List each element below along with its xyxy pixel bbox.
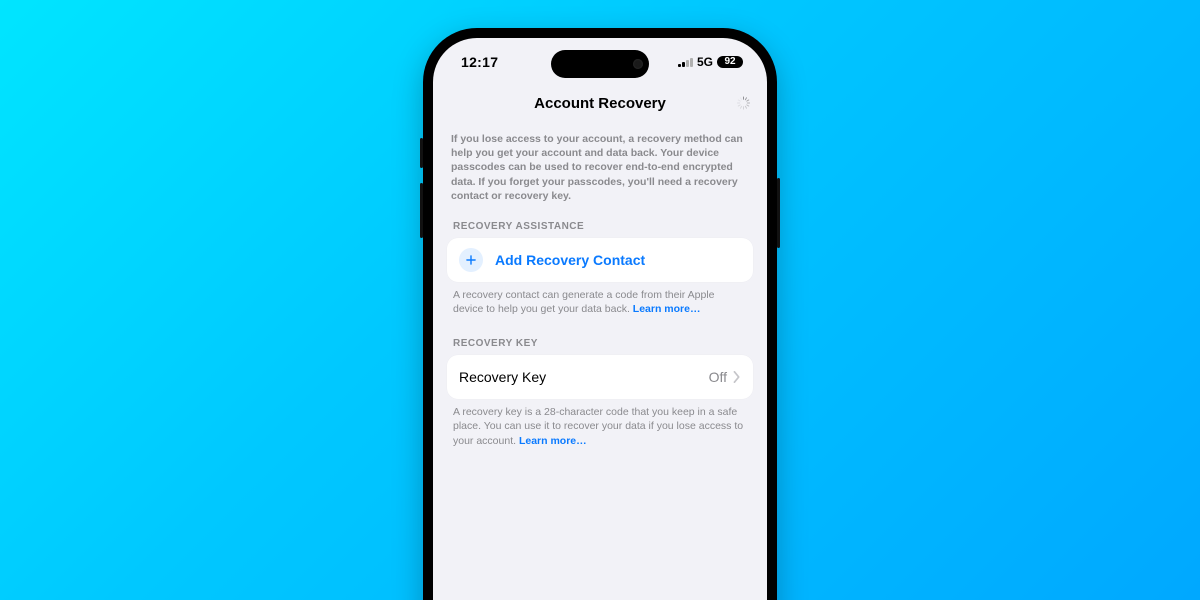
content: If you lose access to your account, a re… — [433, 120, 767, 466]
battery-indicator: 92 — [717, 56, 743, 68]
nav-bar: Account Recovery — [433, 86, 767, 120]
status-right: 5G 92 — [678, 55, 743, 69]
cellular-signal-icon — [678, 57, 693, 67]
loading-spinner-icon — [736, 96, 751, 111]
intro-text: If you lose access to your account, a re… — [447, 128, 753, 217]
chevron-right-icon — [733, 371, 741, 383]
recovery-key-label: Recovery Key — [459, 369, 709, 385]
phone-frame: 12:17 5G 92 Account Recovery — [423, 28, 777, 600]
key-footer-text: A recovery key is a 28-character code th… — [453, 406, 743, 446]
recovery-key-row[interactable]: Recovery Key Off — [447, 355, 753, 399]
add-recovery-contact-row[interactable]: Add Recovery Contact — [447, 238, 753, 282]
stage: 12:17 5G 92 Account Recovery — [0, 0, 1200, 600]
phone-screen: 12:17 5G 92 Account Recovery — [433, 38, 767, 600]
page-title: Account Recovery — [534, 95, 666, 112]
dynamic-island — [551, 50, 649, 78]
assistance-learn-more-link[interactable]: Learn more… — [633, 303, 701, 315]
recovery-key-value: Off — [709, 369, 727, 385]
assistance-footer: A recovery contact can generate a code f… — [447, 282, 753, 334]
key-footer: A recovery key is a 28-character code th… — [447, 399, 753, 466]
section-header-key: RECOVERY KEY — [447, 334, 753, 355]
phone-side-button — [777, 178, 780, 248]
key-learn-more-link[interactable]: Learn more… — [519, 435, 587, 447]
section-header-assistance: RECOVERY ASSISTANCE — [447, 217, 753, 238]
camera-icon — [633, 59, 643, 69]
plus-icon — [459, 248, 483, 272]
add-recovery-contact-label: Add Recovery Contact — [495, 252, 645, 268]
network-type: 5G — [697, 55, 713, 69]
status-time: 12:17 — [461, 54, 498, 70]
